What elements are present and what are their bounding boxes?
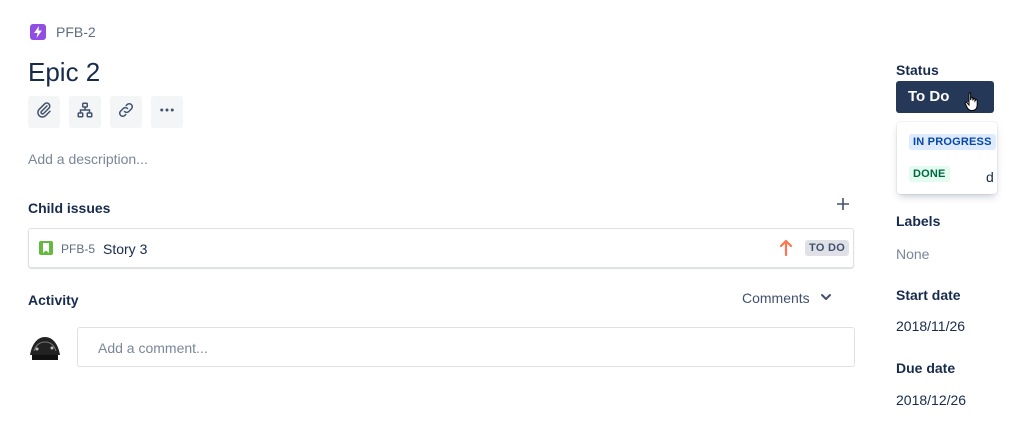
child-status-lozenge[interactable]: TO DO [805,240,850,256]
due-date-value[interactable]: 2018/12/26 [896,392,966,408]
child-issue-row[interactable]: PFB-5 Story 3 TO DO [28,228,854,268]
link-icon [117,101,135,124]
comments-filter-label: Comments [742,290,810,306]
start-date-value[interactable]: 2018/11/26 [896,318,965,334]
attach-button[interactable] [28,96,60,128]
link-issue-button[interactable] [110,96,142,128]
arrow-up-icon [779,239,793,257]
start-date-label: Start date [896,287,961,303]
add-child-button[interactable] [834,196,852,216]
status-option-done[interactable]: DONE [909,166,950,182]
labels-value[interactable]: None [896,246,929,262]
child-issues-heading: Child issues [28,200,111,216]
status-label: Status [896,62,939,78]
story-icon [39,241,53,255]
description-field[interactable]: Add a description... [28,151,148,167]
status-button[interactable]: To Do [896,81,994,113]
comments-filter-dropdown[interactable]: Comments [742,290,832,306]
chevron-down-icon [820,290,832,306]
activity-heading: Activity [28,292,79,308]
plus-icon [836,197,850,216]
hierarchy-icon [76,101,94,124]
child-issue-summary[interactable]: Story 3 [103,240,147,258]
issue-title[interactable]: Epic 2 [28,56,100,88]
paperclip-icon [35,101,53,124]
status-value: To Do [908,88,950,105]
due-date-label: Due date [896,360,956,376]
status-option-in-progress[interactable]: IN PROGRESS [909,134,996,150]
add-child-issue-button[interactable] [69,96,101,128]
comment-input[interactable]: Add a comment... [77,327,855,367]
epic-icon [30,24,46,40]
labels-label: Labels [896,213,941,229]
issue-key-link[interactable]: PFB-2 [56,24,96,40]
hand-cursor-icon [964,92,980,124]
child-issue-key[interactable]: PFB-5 [61,241,95,257]
more-icon [158,101,176,124]
avatar [28,333,62,363]
more-actions-button[interactable] [151,96,183,128]
status-dropdown-menu: IN PROGRESS DONE [897,122,997,194]
partially-hidden-text: d [986,169,994,185]
